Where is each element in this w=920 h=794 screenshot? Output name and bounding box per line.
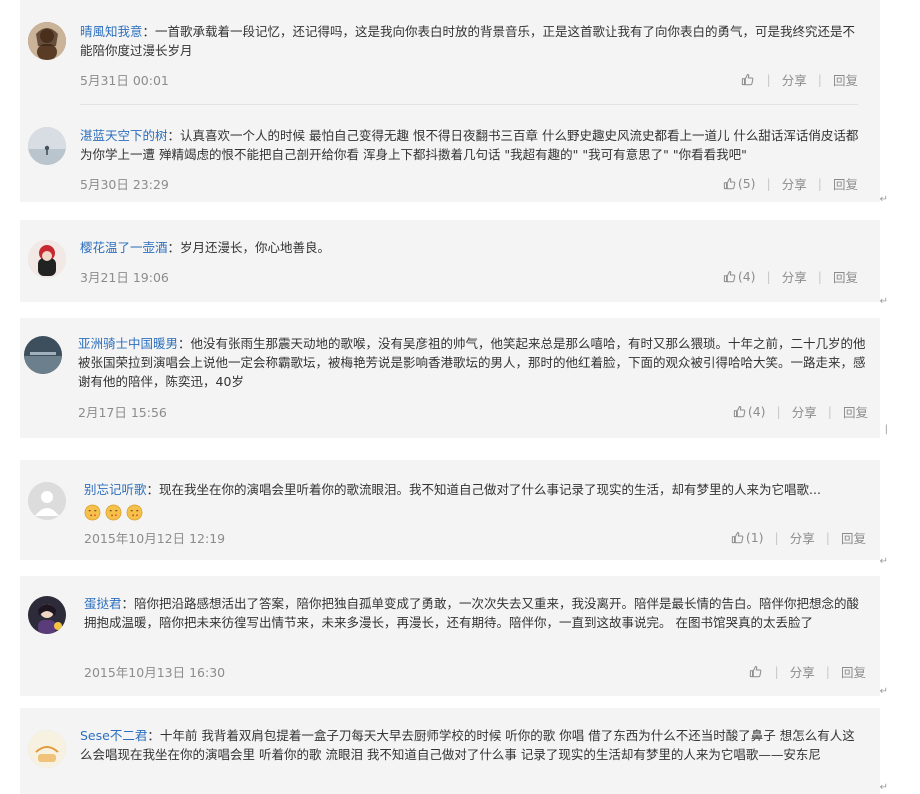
comment-actions: (4) | 分享 | 回复 xyxy=(723,267,858,286)
avatar[interactable] xyxy=(28,127,66,165)
username-link[interactable]: 晴風知我意 xyxy=(80,24,143,39)
comment-time: 3月21日 19:06 xyxy=(80,270,169,285)
comment-time: 2015年10月13日 16:30 xyxy=(84,665,226,680)
comment-text: 别忘记听歌：现在我坐在你的演唱会里听着你的歌流眼泪。我不知道自己做对了什么事记录… xyxy=(84,482,821,497)
cursor-mark-icon: | xyxy=(884,424,888,435)
like-button[interactable]: (4) xyxy=(723,269,756,284)
avatar[interactable] xyxy=(24,336,62,374)
thumbs-up-icon xyxy=(733,405,746,418)
kiss-face-emoji-icon xyxy=(84,504,101,521)
avatar[interactable] xyxy=(28,22,66,60)
comment-text: 晴風知我意：一首歌承载着一段记忆，还记得吗，这是我向你表白时放的背景音乐，正是这… xyxy=(80,24,856,58)
username-link[interactable]: 湛蓝天空下的树 xyxy=(80,128,168,143)
comment-card: 蛋挞君：陪你把沿路感想活出了答案，陪你把独自孤单变成了勇敢，一次次失去又重来，我… xyxy=(20,576,880,696)
paragraph-mark-icon: ↵ xyxy=(879,686,888,697)
like-button[interactable]: (1) xyxy=(731,530,764,545)
thumbs-up-icon xyxy=(723,177,736,190)
thumbs-up-icon xyxy=(723,270,736,283)
share-button[interactable]: 分享 xyxy=(790,662,815,681)
reply-button[interactable]: 回复 xyxy=(843,402,868,421)
comment-text: 亚洲骑士中国暖男：他没有张雨生那震天动地的歌喉，没有吴彦祖的帅气，他笑起来总是那… xyxy=(78,336,866,389)
comment-card: 樱花温了一壶酒：岁月还漫长，你心地善良。 3月21日 19:06 (4) | 分… xyxy=(20,220,880,302)
like-button[interactable]: (5) xyxy=(723,176,756,191)
comment-card: 亚洲骑士中国暖男：他没有张雨生那震天动地的歌喉，没有吴彦祖的帅气，他笑起来总是那… xyxy=(20,318,880,438)
like-button[interactable]: (4) xyxy=(733,404,766,419)
paragraph-mark-icon: ↵ xyxy=(879,296,888,307)
comment-actions: (1) | 分享 | 回复 xyxy=(731,528,866,547)
comment-card: 别忘记听歌：现在我坐在你的演唱会里听着你的歌流眼泪。我不知道自己做对了什么事记录… xyxy=(20,460,880,560)
share-button[interactable]: 分享 xyxy=(782,267,807,286)
emoji-row xyxy=(84,504,143,521)
share-button[interactable]: 分享 xyxy=(790,528,815,547)
avatar[interactable] xyxy=(28,596,66,634)
username-link[interactable]: 樱花温了一壶酒 xyxy=(80,240,168,255)
avatar[interactable] xyxy=(28,730,66,768)
comment-time: 5月31日 00:01 xyxy=(80,73,169,88)
kiss-face-emoji-icon xyxy=(126,504,143,521)
avatar[interactable] xyxy=(28,482,66,520)
share-button[interactable]: 分享 xyxy=(782,174,807,193)
comment-text: 蛋挞君：陪你把沿路感想活出了答案，陪你把独自孤单变成了勇敢，一次次失去又重来，我… xyxy=(84,596,860,630)
paragraph-mark-icon: ↵ xyxy=(879,194,888,205)
comment-time: 2015年10月12日 12:19 xyxy=(84,531,226,546)
reply-button[interactable]: 回复 xyxy=(833,174,858,193)
paragraph-mark-icon: ↵ xyxy=(879,782,888,793)
username-link[interactable]: Sese不二君 xyxy=(80,728,147,743)
comment-card-group: 晴風知我意：一首歌承载着一段记忆，还记得吗，这是我向你表白时放的背景音乐，正是这… xyxy=(20,0,880,202)
divider xyxy=(80,104,858,105)
reply-button[interactable]: 回复 xyxy=(833,267,858,286)
comment-card: Sese不二君：十年前 我背着双肩包提着一盒子刀每天大早去厨师学校的时候 听你的… xyxy=(20,708,880,794)
thumbs-up-icon xyxy=(741,73,754,86)
username-link[interactable]: 蛋挞君 xyxy=(84,596,122,611)
reply-button[interactable]: 回复 xyxy=(841,662,866,681)
share-button[interactable]: 分享 xyxy=(782,70,807,89)
comment-time: 2月17日 15:56 xyxy=(78,405,167,420)
like-button[interactable] xyxy=(741,73,756,86)
comment-text: 樱花温了一壶酒：岁月还漫长，你心地善良。 xyxy=(80,240,331,255)
paragraph-mark-icon: ↵ xyxy=(879,556,888,567)
comment-actions: | 分享 | 回复 xyxy=(741,70,858,89)
comment-time: 5月30日 23:29 xyxy=(80,177,169,192)
reply-button[interactable]: 回复 xyxy=(833,70,858,89)
kiss-face-emoji-icon xyxy=(105,504,122,521)
avatar[interactable] xyxy=(28,240,66,278)
thumbs-up-icon xyxy=(731,531,744,544)
comment-actions: (5) | 分享 | 回复 xyxy=(723,174,858,193)
username-link[interactable]: 别忘记听歌 xyxy=(84,482,147,497)
thumbs-up-icon xyxy=(749,665,762,678)
comment-actions: (4) | 分享 | 回复 xyxy=(733,402,868,421)
comment-actions: | 分享 | 回复 xyxy=(749,662,866,681)
share-button[interactable]: 分享 xyxy=(792,402,817,421)
like-button[interactable] xyxy=(749,665,764,678)
username-link[interactable]: 亚洲骑士中国暖男 xyxy=(78,336,178,351)
comment-text: Sese不二君：十年前 我背着双肩包提着一盒子刀每天大早去厨师学校的时候 听你的… xyxy=(80,728,855,762)
comment-text: 湛蓝天空下的树：认真喜欢一个人的时候 最怕自己变得无趣 恨不得日夜翻书三百章 什… xyxy=(80,128,859,162)
reply-button[interactable]: 回复 xyxy=(841,528,866,547)
